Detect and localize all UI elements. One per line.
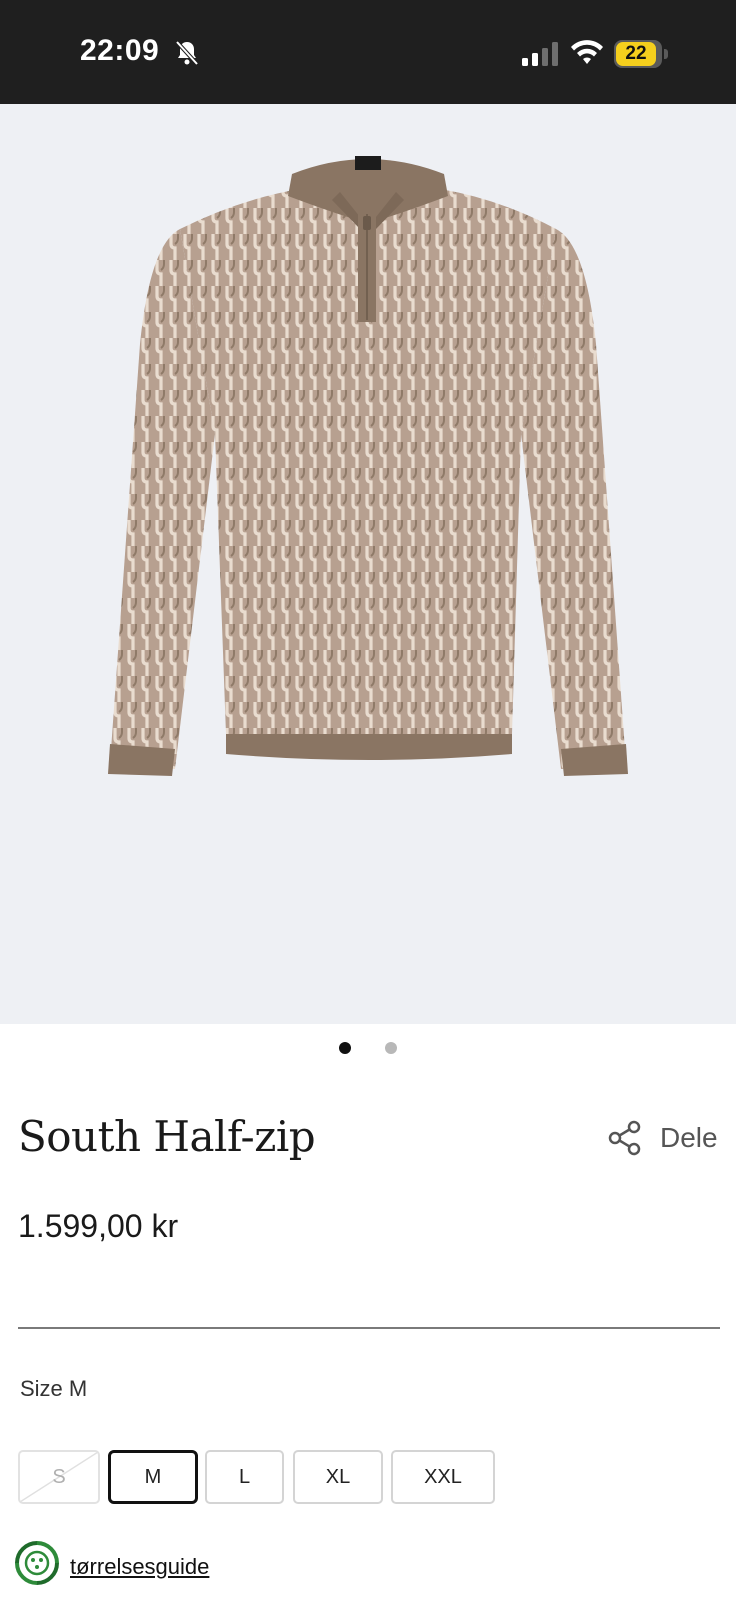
- size-option-label: S: [52, 1466, 66, 1488]
- cellular-signal-icon: [522, 42, 558, 66]
- product-image: [108, 156, 628, 776]
- status-time: 22:09: [80, 34, 160, 67]
- carousel-dot-1[interactable]: [339, 1042, 351, 1054]
- share-button[interactable]: Dele: [660, 1122, 718, 1154]
- size-option-label: M: [144, 1466, 162, 1488]
- share-icon[interactable]: [608, 1120, 642, 1156]
- status-bar: 22:09 22: [0, 0, 736, 104]
- carousel-dot-2[interactable]: [385, 1042, 397, 1054]
- product-price: 1.599,00 kr: [18, 1208, 179, 1244]
- battery-indicator: 22: [614, 40, 668, 68]
- carousel-pagination: [0, 1040, 736, 1056]
- product-image-carousel[interactable]: [0, 104, 736, 1024]
- product-title: South Half-zip: [18, 1112, 316, 1161]
- wifi-icon: [571, 40, 603, 64]
- size-option-xxl[interactable]: XXL: [391, 1450, 495, 1504]
- size-option-label: L: [238, 1466, 251, 1488]
- size-option-label: XXL: [424, 1466, 462, 1488]
- size-label: Size M: [20, 1376, 88, 1401]
- size-option-l[interactable]: L: [205, 1450, 284, 1504]
- size-option-m[interactable]: M: [108, 1450, 198, 1504]
- size-option-label: XL: [325, 1466, 351, 1488]
- silent-bell-icon: [175, 40, 199, 66]
- divider: [18, 1327, 720, 1329]
- size-option-s[interactable]: S: [18, 1450, 100, 1504]
- size-option-xl[interactable]: XL: [293, 1450, 383, 1504]
- size-guide-link[interactable]: tørrelsesguide: [70, 1554, 209, 1580]
- battery-level: 22: [616, 42, 656, 66]
- size-guide-icon: [15, 1541, 59, 1585]
